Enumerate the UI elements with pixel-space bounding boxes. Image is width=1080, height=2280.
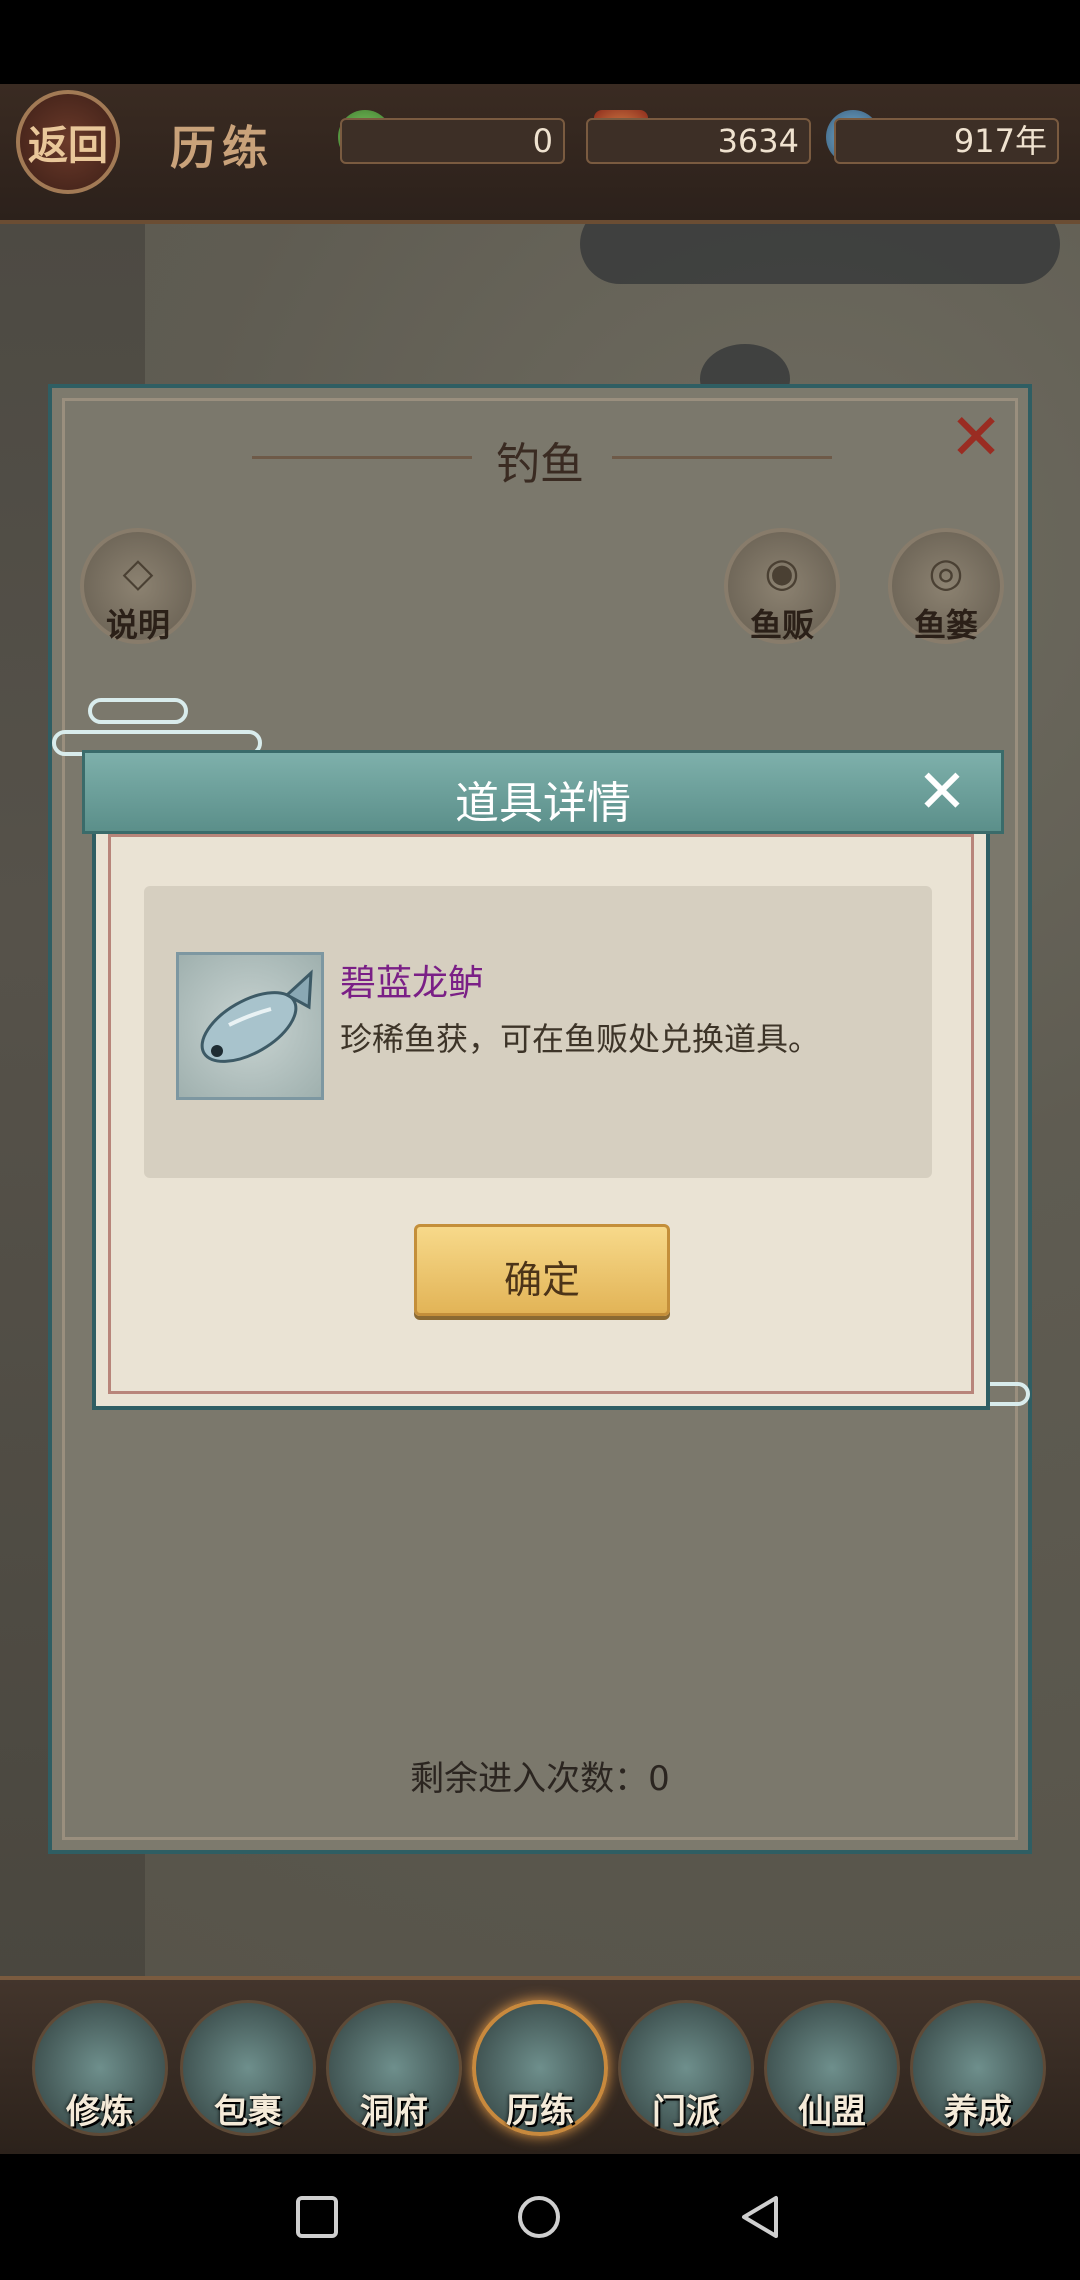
recent-apps-icon[interactable] (292, 2192, 342, 2242)
nav-sect[interactable]: 门派 (618, 2000, 754, 2136)
confirm-button-label: 确定 (503, 1258, 580, 1302)
years-counter: 917年 (834, 118, 1059, 164)
page-title: 历练 (170, 121, 274, 175)
status-bar (0, 0, 1080, 84)
nav-trials-label: 历练 (506, 2091, 574, 2131)
cloud-swirl-icon (88, 698, 188, 724)
fish-basket-button[interactable]: ◎ 鱼篓 (888, 528, 1004, 644)
nav-cave-dwelling[interactable]: 洞府 (326, 2000, 462, 2136)
modal-header: 道具详情 ✕ (82, 750, 1004, 834)
back-icon[interactable] (736, 2192, 786, 2242)
fishing-title: 钓鱼 (496, 439, 584, 490)
modal-title: 道具详情 (455, 778, 631, 829)
modal-close-icon[interactable]: ✕ (911, 761, 973, 823)
item-name: 碧蓝龙鲈 (340, 963, 485, 1004)
nav-bag-label: 包裹 (214, 2092, 282, 2132)
nav-bag[interactable]: 包裹 (180, 2000, 316, 2136)
top-bar: 返回 历练 0 3634 917年 (0, 84, 1080, 224)
fish-vendor-label: 鱼贩 (749, 606, 814, 644)
fishing-close-icon[interactable]: ✕ (944, 406, 1008, 470)
instructions-button[interactable]: ◇ 说明 (80, 528, 196, 644)
bottom-nav: 修炼 包裹 洞府 历练 门派 仙盟 养成 (0, 1976, 1080, 2154)
fish-basket-icon: ◎ (928, 550, 964, 596)
nav-cultivate[interactable]: 修炼 (32, 2000, 168, 2136)
nav-cultivate-label: 修炼 (66, 2092, 134, 2132)
instructions-icon: ◇ (122, 550, 154, 596)
item-detail-modal: 道具详情 ✕ 碧蓝龙鲈 珍稀鱼获，可在鱼贩处兑换道具。 确定 (82, 750, 1004, 1410)
fish-item-icon (176, 952, 324, 1100)
home-icon[interactable] (514, 2192, 564, 2242)
back-button-label: 返回 (28, 122, 108, 169)
nav-sect-label: 门派 (652, 2092, 720, 2132)
item-info-box: 碧蓝龙鲈 珍稀鱼获，可在鱼贩处兑换道具。 (144, 886, 932, 1178)
system-navigation-bar (0, 2154, 1080, 2280)
nav-nurture[interactable]: 养成 (910, 2000, 1046, 2136)
jade-counter: 0 (340, 118, 565, 164)
fish-basket-label: 鱼篓 (913, 606, 978, 644)
item-description: 珍稀鱼获，可在鱼贩处兑换道具。 (340, 1020, 821, 1058)
fish-vendor-button[interactable]: ◉ 鱼贩 (724, 528, 840, 644)
back-button[interactable]: 返回 (16, 90, 120, 194)
fish-vendor-icon: ◉ (764, 550, 800, 596)
nav-trials[interactable]: 历练 (472, 2000, 608, 2136)
nav-cave-dwelling-label: 洞府 (360, 2092, 428, 2132)
nav-alliance-label: 仙盟 (798, 2092, 866, 2132)
nav-alliance[interactable]: 仙盟 (764, 2000, 900, 2136)
remaining-entries: 剩余进入次数：0 (410, 1759, 670, 1799)
confirm-button[interactable]: 确定 (414, 1224, 670, 1316)
pouch-counter: 3634 (586, 118, 811, 164)
nav-nurture-label: 养成 (944, 2092, 1012, 2132)
instructions-label: 说明 (105, 606, 170, 644)
